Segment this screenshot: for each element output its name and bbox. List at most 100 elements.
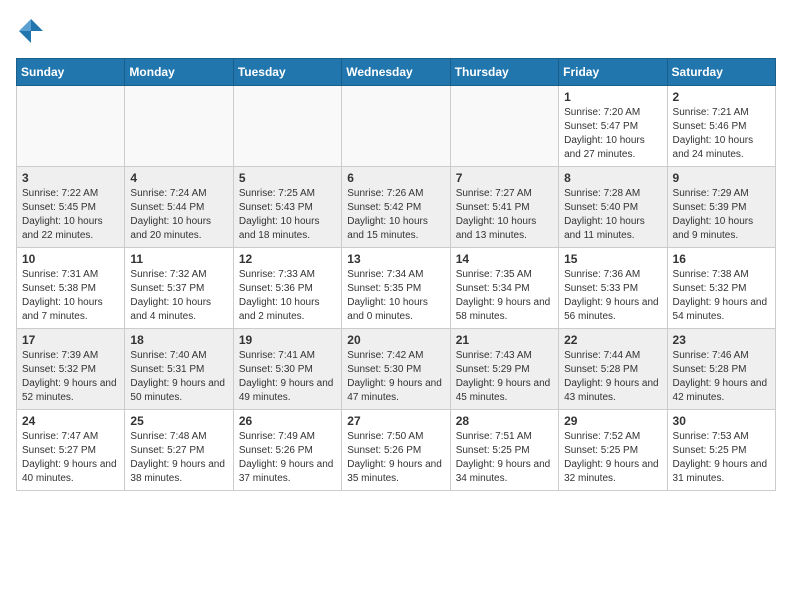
logo-icon	[16, 16, 46, 46]
calendar-day-cell: 25 Sunrise: 7:48 AM Sunset: 5:27 PM Dayli…	[125, 410, 233, 491]
calendar-day-cell: 29 Sunrise: 7:52 AM Sunset: 5:25 PM Dayli…	[559, 410, 667, 491]
day-number: 18	[130, 333, 227, 347]
calendar-week-row: 1 Sunrise: 7:20 AM Sunset: 5:47 PM Daylig…	[17, 86, 776, 167]
calendar-table: SundayMondayTuesdayWednesdayThursdayFrid…	[16, 58, 776, 491]
day-number: 14	[456, 252, 553, 266]
calendar-day-cell: 28 Sunrise: 7:51 AM Sunset: 5:25 PM Dayli…	[450, 410, 558, 491]
day-number: 25	[130, 414, 227, 428]
day-number: 27	[347, 414, 444, 428]
day-of-week-header: Wednesday	[342, 59, 450, 86]
day-number: 28	[456, 414, 553, 428]
day-number: 12	[239, 252, 336, 266]
calendar-day-cell: 13 Sunrise: 7:34 AM Sunset: 5:35 PM Dayli…	[342, 248, 450, 329]
day-info: Sunrise: 7:43 AM Sunset: 5:29 PM Dayligh…	[456, 349, 553, 405]
day-info: Sunrise: 7:39 AM Sunset: 5:32 PM Dayligh…	[22, 349, 119, 405]
day-info: Sunrise: 7:34 AM Sunset: 5:35 PM Dayligh…	[347, 268, 444, 324]
calendar-day-cell: 15 Sunrise: 7:36 AM Sunset: 5:33 PM Dayli…	[559, 248, 667, 329]
day-info: Sunrise: 7:36 AM Sunset: 5:33 PM Dayligh…	[564, 268, 661, 324]
calendar-day-cell	[342, 86, 450, 167]
calendar-day-cell: 12 Sunrise: 7:33 AM Sunset: 5:36 PM Dayli…	[233, 248, 341, 329]
calendar-day-cell: 2Sunrise: 7:21 AM Sunset: 5:46 PM Daylig…	[667, 86, 775, 167]
day-info: Sunrise: 7:42 AM Sunset: 5:30 PM Dayligh…	[347, 349, 444, 405]
calendar-week-row: 17 Sunrise: 7:39 AM Sunset: 5:32 PM Dayli…	[17, 329, 776, 410]
day-info: Sunrise: 7:21 AM Sunset: 5:46 PM Dayligh…	[673, 106, 770, 162]
day-number: 15	[564, 252, 661, 266]
day-info: Sunrise: 7:49 AM Sunset: 5:26 PM Dayligh…	[239, 430, 336, 486]
calendar-week-row: 3Sunrise: 7:22 AM Sunset: 5:45 PM Daylig…	[17, 167, 776, 248]
calendar-day-cell: 24 Sunrise: 7:47 AM Sunset: 5:27 PM Dayli…	[17, 410, 125, 491]
calendar-day-cell	[125, 86, 233, 167]
day-of-week-header: Friday	[559, 59, 667, 86]
day-number: 1	[564, 90, 661, 104]
day-info: Sunrise: 7:51 AM Sunset: 5:25 PM Dayligh…	[456, 430, 553, 486]
day-of-week-header: Saturday	[667, 59, 775, 86]
calendar-day-cell	[450, 86, 558, 167]
day-info: Sunrise: 7:47 AM Sunset: 5:27 PM Dayligh…	[22, 430, 119, 486]
day-info: Sunrise: 7:33 AM Sunset: 5:36 PM Dayligh…	[239, 268, 336, 324]
day-number: 24	[22, 414, 119, 428]
day-number: 23	[673, 333, 770, 347]
calendar-day-cell: 6 Sunrise: 7:26 AM Sunset: 5:42 PM Daylig…	[342, 167, 450, 248]
day-info: Sunrise: 7:50 AM Sunset: 5:26 PM Dayligh…	[347, 430, 444, 486]
calendar-day-cell: 16Sunrise: 7:38 AM Sunset: 5:32 PM Dayli…	[667, 248, 775, 329]
calendar-day-cell: 30 Sunrise: 7:53 AM Sunset: 5:25 PM Dayli…	[667, 410, 775, 491]
calendar-day-cell: 10Sunrise: 7:31 AM Sunset: 5:38 PM Dayli…	[17, 248, 125, 329]
day-number: 13	[347, 252, 444, 266]
day-number: 8	[564, 171, 661, 185]
day-info: Sunrise: 7:44 AM Sunset: 5:28 PM Dayligh…	[564, 349, 661, 405]
calendar-day-cell: 22 Sunrise: 7:44 AM Sunset: 5:28 PM Dayli…	[559, 329, 667, 410]
day-number: 22	[564, 333, 661, 347]
day-info: Sunrise: 7:27 AM Sunset: 5:41 PM Dayligh…	[456, 187, 553, 243]
day-number: 20	[347, 333, 444, 347]
calendar-day-cell: 26 Sunrise: 7:49 AM Sunset: 5:26 PM Dayli…	[233, 410, 341, 491]
day-info: Sunrise: 7:24 AM Sunset: 5:44 PM Dayligh…	[130, 187, 227, 243]
calendar-day-cell: 18 Sunrise: 7:40 AM Sunset: 5:31 PM Dayli…	[125, 329, 233, 410]
day-number: 3	[22, 171, 119, 185]
day-info: Sunrise: 7:26 AM Sunset: 5:42 PM Dayligh…	[347, 187, 444, 243]
day-number: 30	[673, 414, 770, 428]
day-number: 29	[564, 414, 661, 428]
day-info: Sunrise: 7:28 AM Sunset: 5:40 PM Dayligh…	[564, 187, 661, 243]
calendar-day-cell: 21 Sunrise: 7:43 AM Sunset: 5:29 PM Dayli…	[450, 329, 558, 410]
calendar-day-cell: 9Sunrise: 7:29 AM Sunset: 5:39 PM Daylig…	[667, 167, 775, 248]
calendar-day-cell: 8 Sunrise: 7:28 AM Sunset: 5:40 PM Daylig…	[559, 167, 667, 248]
calendar-day-cell: 7 Sunrise: 7:27 AM Sunset: 5:41 PM Daylig…	[450, 167, 558, 248]
day-number: 17	[22, 333, 119, 347]
day-info: Sunrise: 7:20 AM Sunset: 5:47 PM Dayligh…	[564, 106, 661, 162]
day-info: Sunrise: 7:48 AM Sunset: 5:27 PM Dayligh…	[130, 430, 227, 486]
day-of-week-header: Monday	[125, 59, 233, 86]
calendar-week-row: 10Sunrise: 7:31 AM Sunset: 5:38 PM Dayli…	[17, 248, 776, 329]
day-number: 16	[673, 252, 770, 266]
day-number: 21	[456, 333, 553, 347]
calendar-day-cell: 17 Sunrise: 7:39 AM Sunset: 5:32 PM Dayli…	[17, 329, 125, 410]
day-info: Sunrise: 7:35 AM Sunset: 5:34 PM Dayligh…	[456, 268, 553, 324]
day-info: Sunrise: 7:40 AM Sunset: 5:31 PM Dayligh…	[130, 349, 227, 405]
day-info: Sunrise: 7:53 AM Sunset: 5:25 PM Dayligh…	[673, 430, 770, 486]
day-number: 9	[673, 171, 770, 185]
calendar-day-cell: 1 Sunrise: 7:20 AM Sunset: 5:47 PM Daylig…	[559, 86, 667, 167]
calendar-day-cell: 19Sunrise: 7:41 AM Sunset: 5:30 PM Dayli…	[233, 329, 341, 410]
day-info: Sunrise: 7:46 AM Sunset: 5:28 PM Dayligh…	[673, 349, 770, 405]
day-number: 10	[22, 252, 119, 266]
calendar-day-cell: 23 Sunrise: 7:46 AM Sunset: 5:28 PM Dayli…	[667, 329, 775, 410]
calendar-day-cell	[233, 86, 341, 167]
page-header	[16, 16, 776, 46]
day-number: 4	[130, 171, 227, 185]
day-of-week-header: Tuesday	[233, 59, 341, 86]
day-number: 6	[347, 171, 444, 185]
day-info: Sunrise: 7:25 AM Sunset: 5:43 PM Dayligh…	[239, 187, 336, 243]
day-number: 11	[130, 252, 227, 266]
day-number: 26	[239, 414, 336, 428]
day-of-week-header: Thursday	[450, 59, 558, 86]
day-info: Sunrise: 7:52 AM Sunset: 5:25 PM Dayligh…	[564, 430, 661, 486]
calendar-day-cell: 27 Sunrise: 7:50 AM Sunset: 5:26 PM Dayli…	[342, 410, 450, 491]
day-number: 7	[456, 171, 553, 185]
calendar-week-row: 24 Sunrise: 7:47 AM Sunset: 5:27 PM Dayli…	[17, 410, 776, 491]
calendar-day-cell: 20 Sunrise: 7:42 AM Sunset: 5:30 PM Dayli…	[342, 329, 450, 410]
calendar-day-cell: 4 Sunrise: 7:24 AM Sunset: 5:44 PM Daylig…	[125, 167, 233, 248]
calendar-day-cell: 14 Sunrise: 7:35 AM Sunset: 5:34 PM Dayli…	[450, 248, 558, 329]
calendar-day-cell: 3Sunrise: 7:22 AM Sunset: 5:45 PM Daylig…	[17, 167, 125, 248]
calendar-day-cell: 11Sunrise: 7:32 AM Sunset: 5:37 PM Dayli…	[125, 248, 233, 329]
calendar-header-row: SundayMondayTuesdayWednesdayThursdayFrid…	[17, 59, 776, 86]
logo	[16, 16, 50, 46]
